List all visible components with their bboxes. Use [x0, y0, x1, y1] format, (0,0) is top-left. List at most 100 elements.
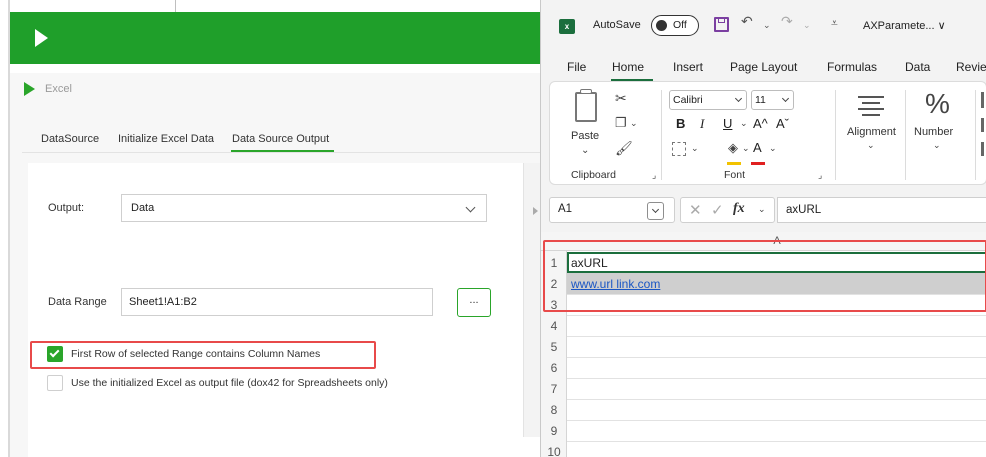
ribbon-separator [905, 90, 906, 180]
run-play-icon[interactable] [35, 29, 48, 47]
font-name-value: Calibri [673, 94, 703, 106]
menu-home[interactable]: Home [612, 60, 644, 74]
number-dropdown-icon[interactable]: ⌄ [933, 140, 941, 151]
autosave-label: AutoSave [593, 19, 641, 31]
gridline [567, 336, 986, 337]
tab-data-source-output[interactable]: Data Source Output [232, 133, 329, 145]
cancel-icon[interactable]: ✕ [689, 201, 702, 219]
font-size-select[interactable]: 11 [751, 90, 794, 110]
percent-icon[interactable]: % [925, 88, 950, 120]
formula-input[interactable]: axURL [777, 197, 986, 223]
autosave-toggle[interactable]: Off [651, 15, 699, 36]
redo-dropdown-icon[interactable]: ⌄ [803, 20, 811, 31]
side-panel-strip [523, 163, 540, 437]
borders-icon[interactable] [672, 142, 686, 156]
copy-dropdown-icon[interactable]: ⌄ [630, 118, 638, 129]
fill-color-dropdown-icon[interactable]: ⌄ [742, 143, 750, 154]
fx-dropdown-icon[interactable]: ⌄ [758, 204, 766, 215]
ribbon-separator [975, 90, 976, 180]
underline-dropdown-icon[interactable]: ⌄ [740, 118, 748, 129]
ribbon-next-icon[interactable] [981, 92, 984, 108]
chevron-down-icon [465, 202, 476, 213]
paste-icon[interactable] [575, 92, 597, 122]
clipboard-group-label: Clipboard [571, 169, 616, 181]
divider [175, 0, 176, 12]
menu-file[interactable]: File [567, 60, 586, 74]
fill-color-icon[interactable]: ◈ [728, 140, 738, 156]
fill-color-swatch [727, 162, 741, 165]
top-strip [0, 0, 540, 12]
use-initialized-excel-checkbox[interactable] [47, 375, 63, 391]
excel-window: x AutoSave Off ↶ ⌄ ↷ ⌄ ⩡ AXParamete... ∨… [540, 0, 986, 457]
tab-divider [22, 152, 540, 153]
row-header-5[interactable]: 5 [541, 340, 567, 354]
ribbon-next-icon[interactable] [981, 118, 984, 132]
row-header-6[interactable]: 6 [541, 361, 567, 375]
redo-icon[interactable]: ↷ [781, 13, 793, 30]
shrink-font-button[interactable]: Aˇ [776, 116, 789, 131]
cut-icon[interactable]: ✂ [615, 90, 627, 107]
alignment-label[interactable]: Alignment [847, 126, 896, 138]
underline-button[interactable]: U [723, 116, 732, 131]
gridline [567, 420, 986, 421]
menu-insert[interactable]: Insert [673, 60, 703, 74]
row-header-10[interactable]: 10 [541, 445, 567, 457]
paste-dropdown-icon[interactable]: ⌄ [581, 145, 589, 156]
row-header-9[interactable]: 9 [541, 424, 567, 438]
menu-data[interactable]: Data [905, 60, 930, 74]
formula-bar: A1 ⋮ ✕ ✓ fx ⌄ axURL [549, 197, 986, 223]
menu-review[interactable]: Revie [956, 60, 986, 74]
customize-toolbar-icon[interactable]: ⩡ [831, 16, 838, 31]
font-color-button[interactable]: A [753, 140, 762, 155]
tab-datasource[interactable]: DataSource [41, 133, 99, 145]
output-select[interactable]: Data [121, 194, 487, 222]
paste-clip-icon [580, 89, 592, 94]
data-range-input[interactable]: Sheet1!A1:B2 [121, 288, 433, 316]
name-box[interactable]: A1 [549, 197, 675, 223]
save-icon[interactable] [714, 17, 729, 32]
undo-dropdown-icon[interactable]: ⌄ [763, 20, 771, 31]
browse-range-button[interactable]: ... [457, 288, 491, 317]
gridline [567, 357, 986, 358]
copy-icon[interactable]: ❐ [615, 115, 627, 131]
font-color-swatch [751, 162, 765, 165]
insert-function-icon[interactable]: fx [733, 201, 745, 217]
workbook-title[interactable]: AXParamete... ∨ [863, 19, 946, 32]
row-header-7[interactable]: 7 [541, 382, 567, 396]
menu-page-layout[interactable]: Page Layout [730, 60, 797, 74]
expand-arrow-icon[interactable] [533, 207, 538, 215]
row-header-4[interactable]: 4 [541, 319, 567, 333]
name-box-value: A1 [558, 203, 573, 215]
number-label[interactable]: Number [914, 126, 953, 138]
clipboard-launcher-icon[interactable]: ⌟ [652, 170, 656, 181]
paste-label[interactable]: Paste [571, 130, 599, 142]
undo-icon[interactable]: ↶ [741, 13, 753, 30]
gridline [567, 315, 986, 316]
run-header-bar [10, 12, 540, 64]
ribbon-separator [661, 90, 662, 180]
font-color-dropdown-icon[interactable]: ⌄ [769, 143, 777, 154]
chevron-down-icon [781, 94, 790, 103]
italic-button[interactable]: I [700, 116, 704, 132]
format-painter-icon[interactable]: 🖌 [615, 140, 633, 157]
enter-icon[interactable]: ✓ [711, 201, 724, 219]
row-header-8[interactable]: 8 [541, 403, 567, 417]
font-name-select[interactable]: Calibri [669, 90, 747, 110]
designer-panel: Excel DataSource Initialize Excel Data D… [0, 0, 540, 457]
name-box-dropdown[interactable] [647, 202, 664, 220]
menu-formulas[interactable]: Formulas [827, 60, 877, 74]
alignment-dropdown-icon[interactable]: ⌄ [867, 140, 875, 151]
font-launcher-icon[interactable]: ⌟ [818, 170, 822, 181]
formula-buttons: ✕ ✓ fx ⌄ [680, 197, 775, 223]
tab-initialize-excel-data[interactable]: Initialize Excel Data [118, 133, 214, 145]
ribbon-separator [835, 90, 836, 180]
bold-button[interactable]: B [676, 116, 685, 131]
gridline [567, 441, 986, 442]
grow-font-button[interactable]: A^ [753, 116, 768, 131]
excel-play-icon[interactable] [24, 82, 35, 96]
borders-dropdown-icon[interactable]: ⌄ [691, 143, 699, 154]
chevron-down-icon [651, 205, 660, 214]
output-selected-value: Data [131, 202, 155, 214]
alignment-icon[interactable] [858, 96, 884, 116]
ribbon-next-icon[interactable] [981, 142, 984, 156]
